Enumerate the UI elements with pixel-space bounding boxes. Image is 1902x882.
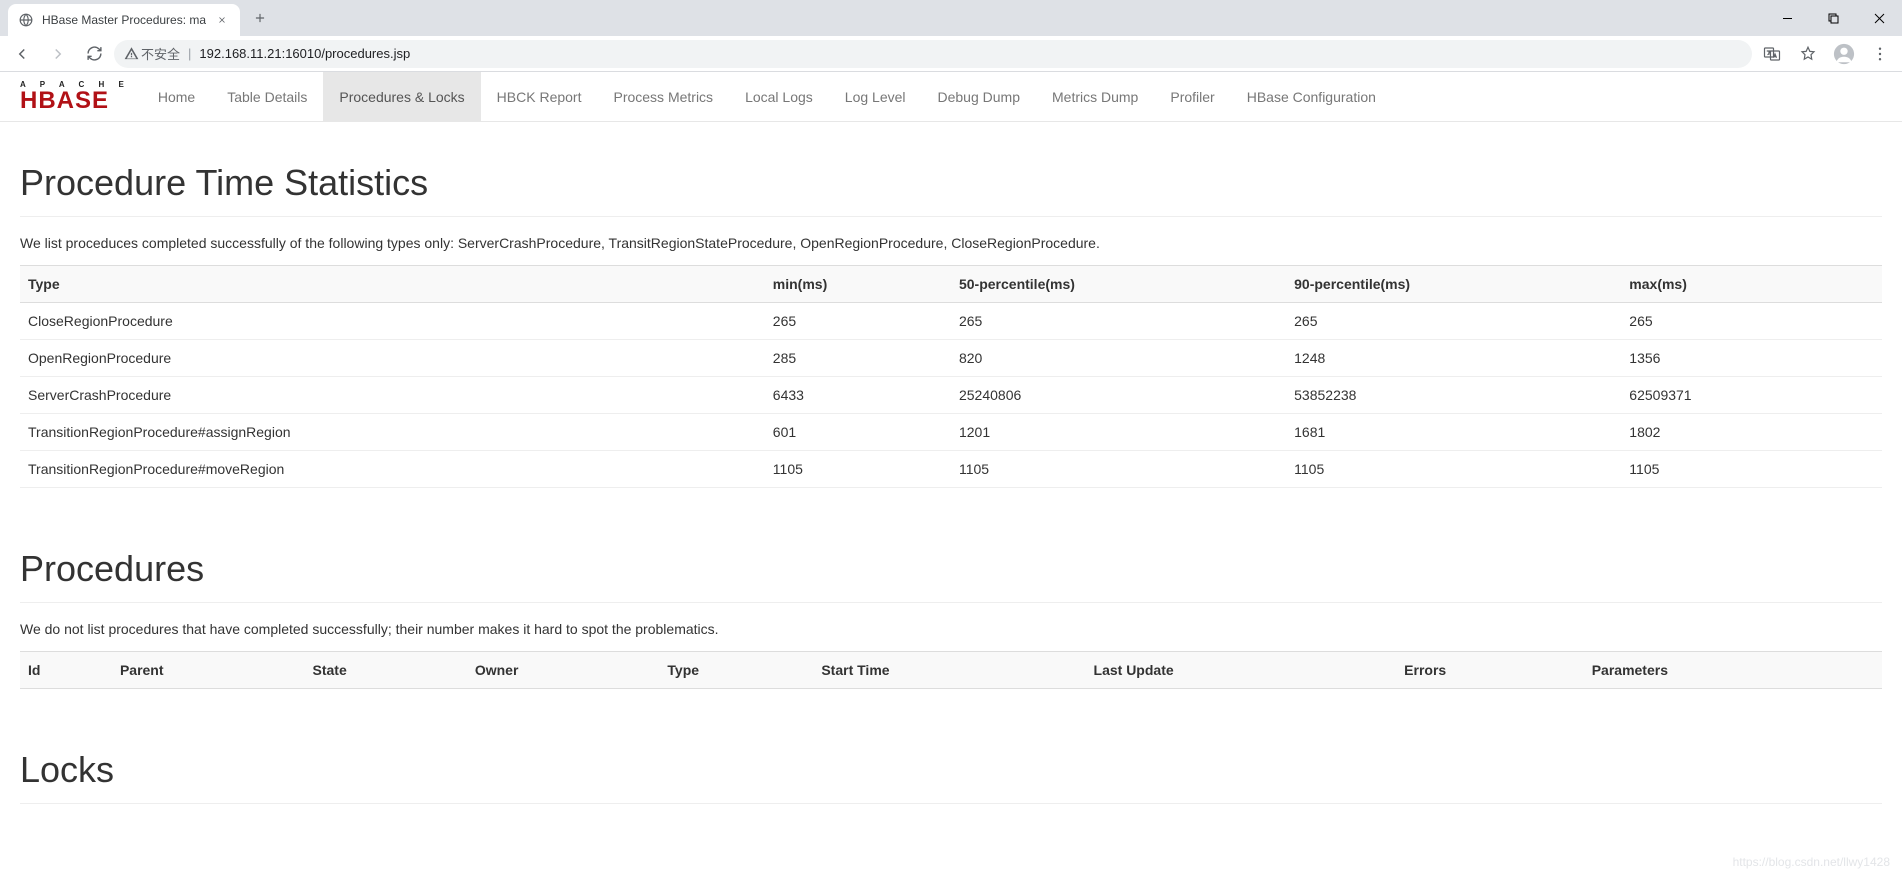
tab-bar: HBase Master Procedures: ma bbox=[0, 0, 1902, 36]
table-cell: 1248 bbox=[1286, 340, 1621, 377]
column-header: Parameters bbox=[1584, 652, 1882, 689]
table-cell: 1356 bbox=[1621, 340, 1882, 377]
bookmark-star-icon[interactable] bbox=[1792, 38, 1824, 70]
profile-avatar-icon[interactable] bbox=[1828, 38, 1860, 70]
table-cell: 1105 bbox=[951, 451, 1286, 488]
browser-chrome: HBase Master Procedures: ma 不安全 bbox=[0, 0, 1902, 72]
tab-title: HBase Master Procedures: ma bbox=[42, 13, 206, 27]
table-row: TransitionRegionProcedure#assignRegion60… bbox=[20, 414, 1882, 451]
nav-link[interactable]: Profiler bbox=[1154, 72, 1230, 121]
procedures-heading: Procedures bbox=[20, 548, 1882, 590]
table-cell: TransitionRegionProcedure#assignRegion bbox=[20, 414, 765, 451]
url-text: 192.168.11.21:16010/procedures.jsp bbox=[199, 46, 410, 61]
column-header: Type bbox=[20, 266, 765, 303]
table-cell: ServerCrashProcedure bbox=[20, 377, 765, 414]
not-secure-label: 不安全 bbox=[141, 44, 180, 63]
nav-link[interactable]: Log Level bbox=[829, 72, 922, 121]
column-header: Parent bbox=[112, 652, 305, 689]
table-cell: 265 bbox=[951, 303, 1286, 340]
main-content: Procedure Time Statistics We list proced… bbox=[0, 122, 1902, 882]
table-cell: CloseRegionProcedure bbox=[20, 303, 765, 340]
nav-link[interactable]: HBCK Report bbox=[481, 72, 598, 121]
nav-links: HomeTable DetailsProcedures & LocksHBCK … bbox=[142, 72, 1392, 121]
column-header: Errors bbox=[1396, 652, 1584, 689]
table-row: ServerCrashProcedure64332524080653852238… bbox=[20, 377, 1882, 414]
address-bar-row: 不安全 | 192.168.11.21:16010/procedures.jsp bbox=[0, 36, 1902, 72]
page-navbar: A P A C H E HBASE HomeTable DetailsProce… bbox=[0, 72, 1902, 122]
table-cell: 1681 bbox=[1286, 414, 1621, 451]
column-header: 50-percentile(ms) bbox=[951, 266, 1286, 303]
table-header-row: Typemin(ms)50-percentile(ms)90-percentil… bbox=[20, 266, 1882, 303]
column-header: Owner bbox=[467, 652, 660, 689]
divider bbox=[20, 602, 1882, 603]
table-cell: 601 bbox=[765, 414, 951, 451]
column-header: Type bbox=[659, 652, 813, 689]
nav-link[interactable]: Procedures & Locks bbox=[323, 72, 480, 121]
omnibox-separator: | bbox=[188, 46, 191, 61]
nav-link[interactable]: Debug Dump bbox=[922, 72, 1037, 121]
table-cell: 1105 bbox=[1621, 451, 1882, 488]
table-row: OpenRegionProcedure28582012481356 bbox=[20, 340, 1882, 377]
omnibox[interactable]: 不安全 | 192.168.11.21:16010/procedures.jsp bbox=[114, 40, 1752, 68]
procedures-intro: We do not list procedures that have comp… bbox=[20, 621, 1882, 637]
brand-main-text: HBASE bbox=[20, 89, 130, 113]
table-cell: 265 bbox=[765, 303, 951, 340]
close-tab-icon[interactable] bbox=[214, 12, 230, 28]
table-header-row: IdParentStateOwnerTypeStart TimeLast Upd… bbox=[20, 652, 1882, 689]
table-cell: OpenRegionProcedure bbox=[20, 340, 765, 377]
column-header: Start Time bbox=[813, 652, 1085, 689]
table-cell: 285 bbox=[765, 340, 951, 377]
column-header: Last Update bbox=[1086, 652, 1397, 689]
table-cell: 25240806 bbox=[951, 377, 1286, 414]
globe-icon bbox=[18, 12, 34, 28]
nav-link[interactable]: Process Metrics bbox=[597, 72, 729, 121]
procedures-table: IdParentStateOwnerTypeStart TimeLast Upd… bbox=[20, 651, 1882, 689]
forward-button[interactable] bbox=[42, 38, 74, 70]
not-secure-indicator[interactable]: 不安全 bbox=[124, 44, 180, 63]
stats-intro: We list proceduces completed successfull… bbox=[20, 235, 1882, 251]
table-row: CloseRegionProcedure265265265265 bbox=[20, 303, 1882, 340]
column-header: 90-percentile(ms) bbox=[1286, 266, 1621, 303]
browser-tab[interactable]: HBase Master Procedures: ma bbox=[8, 4, 240, 36]
locks-heading: Locks bbox=[20, 749, 1882, 791]
table-cell: 1105 bbox=[1286, 451, 1621, 488]
table-cell: 265 bbox=[1621, 303, 1882, 340]
table-cell: 265 bbox=[1286, 303, 1621, 340]
brand-logo[interactable]: A P A C H E HBASE bbox=[8, 72, 142, 121]
divider bbox=[20, 803, 1882, 804]
close-window-button[interactable] bbox=[1856, 2, 1902, 34]
table-row: TransitionRegionProcedure#moveRegion1105… bbox=[20, 451, 1882, 488]
minimize-button[interactable] bbox=[1764, 2, 1810, 34]
stats-table: Typemin(ms)50-percentile(ms)90-percentil… bbox=[20, 265, 1882, 488]
reload-button[interactable] bbox=[78, 38, 110, 70]
translate-icon[interactable] bbox=[1756, 38, 1788, 70]
table-cell: 62509371 bbox=[1621, 377, 1882, 414]
table-cell: TransitionRegionProcedure#moveRegion bbox=[20, 451, 765, 488]
maximize-button[interactable] bbox=[1810, 2, 1856, 34]
nav-link[interactable]: HBase Configuration bbox=[1231, 72, 1392, 121]
window-controls bbox=[1764, 2, 1902, 34]
table-cell: 1201 bbox=[951, 414, 1286, 451]
table-cell: 6433 bbox=[765, 377, 951, 414]
nav-link[interactable]: Table Details bbox=[211, 72, 323, 121]
divider bbox=[20, 216, 1882, 217]
table-cell: 820 bbox=[951, 340, 1286, 377]
nav-link[interactable]: Home bbox=[142, 72, 211, 121]
nav-link[interactable]: Metrics Dump bbox=[1036, 72, 1154, 121]
back-button[interactable] bbox=[6, 38, 38, 70]
nav-link[interactable]: Local Logs bbox=[729, 72, 829, 121]
browser-menu-icon[interactable] bbox=[1864, 38, 1896, 70]
table-cell: 1105 bbox=[765, 451, 951, 488]
column-header: min(ms) bbox=[765, 266, 951, 303]
column-header: State bbox=[305, 652, 467, 689]
column-header: max(ms) bbox=[1621, 266, 1882, 303]
stats-heading: Procedure Time Statistics bbox=[20, 162, 1882, 204]
new-tab-button[interactable] bbox=[246, 4, 274, 32]
table-cell: 53852238 bbox=[1286, 377, 1621, 414]
warning-icon bbox=[124, 46, 139, 61]
column-header: Id bbox=[20, 652, 112, 689]
table-cell: 1802 bbox=[1621, 414, 1882, 451]
